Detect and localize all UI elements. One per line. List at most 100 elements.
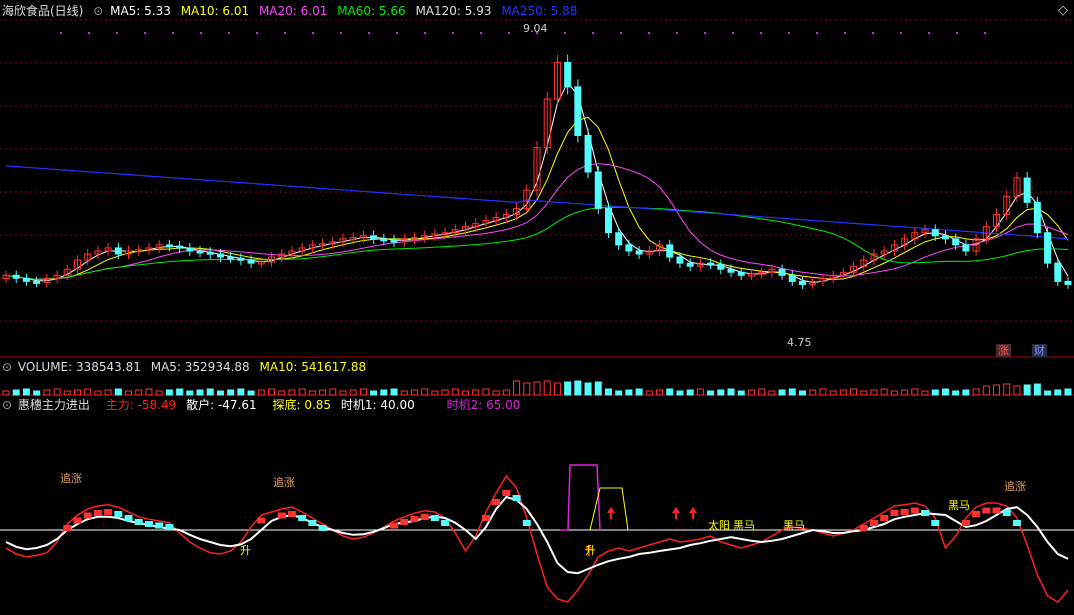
candle-body — [216, 253, 224, 258]
volume-bar — [12, 389, 20, 396]
volume-bar — [941, 388, 949, 396]
volume-bar — [196, 389, 204, 396]
signal-dot — [116, 32, 118, 34]
volume-bar — [165, 389, 173, 396]
signal-dot — [704, 32, 706, 34]
indicator-block — [287, 511, 296, 517]
volume-bar — [268, 388, 275, 396]
ma20-label: MA20: 6.01 — [258, 4, 328, 18]
indicator-name[interactable]: 惠穗主力进出 — [18, 398, 90, 412]
candle-body — [952, 238, 960, 246]
volume-bar — [553, 382, 561, 396]
volume-bar — [513, 380, 521, 396]
volume-header: ⊙ VOLUME: 338543.81 MA5: 352934.88 MA10:… — [2, 359, 372, 375]
signal-dot — [732, 32, 734, 34]
signal-dot — [256, 32, 258, 34]
volume-bar — [462, 390, 470, 396]
signal-dot — [844, 32, 846, 34]
signal-dot — [312, 32, 314, 34]
volume-bar — [625, 389, 633, 396]
volume-bar — [574, 380, 582, 396]
signal-dot — [956, 32, 958, 34]
diamond-icon[interactable]: ◇ — [1058, 3, 1068, 18]
volume-bar — [237, 388, 245, 396]
signal-dot — [984, 32, 986, 34]
volume-bar — [778, 389, 786, 396]
badge-cai[interactable]: 财 — [1032, 344, 1047, 357]
signal-dot — [284, 32, 286, 34]
candle-body — [625, 244, 633, 252]
chevron-down-icon[interactable]: ⊙ — [2, 398, 12, 412]
volume-bar — [349, 389, 357, 396]
volume-bar — [84, 388, 92, 396]
signal-dot — [172, 32, 174, 34]
volume-bar — [53, 388, 61, 396]
chevron-down-icon[interactable]: ⊙ — [2, 360, 12, 374]
candle-body — [707, 262, 715, 266]
candle-body — [1064, 280, 1072, 285]
volume-bar — [809, 389, 817, 396]
volume-bar — [921, 390, 929, 396]
candle-body — [676, 256, 684, 264]
candle-body — [165, 244, 173, 248]
volume-bar — [911, 388, 919, 396]
candle-body — [666, 244, 674, 258]
indicator-block — [114, 511, 123, 517]
volume-bar — [431, 390, 439, 396]
indicator-line-zhuli — [5, 474, 1069, 603]
volume-bar — [104, 389, 112, 396]
volume-bar — [799, 390, 806, 396]
indicator-block — [420, 514, 429, 520]
volume-bar — [2, 390, 10, 396]
volume-bar — [880, 388, 888, 396]
ma10-label: MA10: 6.01 — [180, 4, 250, 18]
volume-bar — [645, 390, 653, 396]
volume-bar — [952, 390, 960, 396]
volume-bar — [972, 388, 980, 396]
indicator-block — [298, 515, 307, 521]
volume-bar — [94, 390, 102, 396]
indicator-block — [481, 515, 490, 521]
label-zhuizhang-1: 追涨 — [60, 472, 82, 485]
volume-bar — [962, 389, 970, 396]
candle-body — [574, 86, 582, 136]
volume-bar — [768, 390, 776, 396]
volume-bar — [523, 382, 531, 396]
stock-label[interactable]: 海欣食品(日线) — [2, 4, 83, 18]
signal-dot — [816, 32, 818, 34]
volume-ma5: MA5: 352934.88 — [150, 360, 250, 374]
volume-bar — [390, 388, 398, 396]
volume-bar — [564, 381, 572, 396]
volume-bar — [604, 388, 612, 396]
shiji2-label: 时机2: 65.00 — [446, 398, 521, 412]
badge-zhang[interactable]: 涨 — [996, 344, 1011, 357]
signal-dot — [480, 32, 482, 34]
indicator-block — [144, 521, 153, 527]
indicator-block — [73, 517, 82, 524]
indicator-block — [992, 507, 1001, 514]
indicator-block — [277, 512, 286, 519]
sanhu-label: 散户: -47.61 — [186, 398, 257, 412]
chevron-down-icon[interactable]: ⊙ — [93, 4, 103, 18]
signal-dot — [676, 32, 678, 34]
volume-bar — [737, 390, 745, 396]
volume-bar — [1023, 384, 1031, 396]
indicator-block — [134, 519, 143, 525]
volume-bar — [1044, 390, 1052, 396]
indicator-block — [390, 522, 399, 529]
candle-body — [12, 274, 20, 279]
volume-bar — [819, 388, 827, 396]
signal-dot — [508, 32, 510, 34]
label-zhuizhang-3: 追涨 — [1004, 480, 1026, 493]
volume-bar — [186, 390, 194, 396]
label-heima-2: 黑马 — [783, 519, 805, 532]
volume-bar — [717, 389, 725, 396]
signal-dot — [900, 32, 902, 34]
volume-bar — [666, 388, 674, 396]
volume-bar — [421, 388, 429, 396]
candle-body — [33, 280, 41, 284]
candle-body — [1023, 177, 1031, 203]
volume-bar — [63, 390, 71, 396]
candle-body — [237, 257, 245, 261]
candle-body — [370, 235, 378, 240]
